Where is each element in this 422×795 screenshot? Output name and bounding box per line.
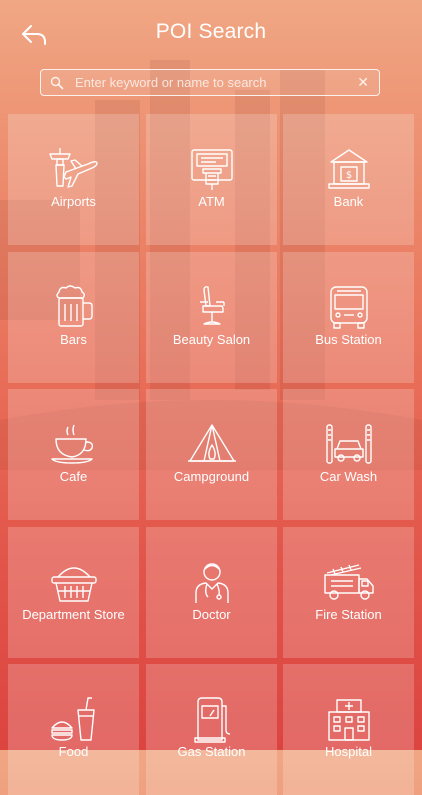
category-label: Cafe: [59, 469, 88, 484]
svg-text:$: $: [346, 170, 352, 181]
category-atm[interactable]: ATM: [146, 114, 277, 245]
category-label: Airports: [51, 194, 96, 209]
salon-chair-icon: [200, 286, 225, 325]
category-label: Gas Station: [177, 744, 246, 759]
category-campground[interactable]: Campground: [146, 389, 277, 520]
category-label: Beauty Salon: [172, 332, 251, 347]
search-icon: [50, 76, 64, 90]
category-label: Bus Station: [315, 332, 382, 347]
category-bank[interactable]: $ Bank: [283, 114, 414, 245]
category-label: Car Wash: [319, 469, 378, 484]
tent-icon: [188, 424, 236, 462]
beer-mug-icon: [56, 285, 93, 327]
category-label: Campground: [173, 469, 250, 484]
category-beauty-salon[interactable]: Beauty Salon: [146, 252, 277, 383]
category-food[interactable]: Food: [8, 664, 139, 795]
search-input[interactable]: [75, 70, 345, 95]
category-label: Doctor: [192, 607, 231, 622]
car-wash-icon: [326, 424, 372, 464]
page-title: POI Search: [155, 20, 267, 43]
airport-icon: [49, 148, 98, 188]
category-bus-station[interactable]: Bus Station: [283, 252, 414, 383]
bank-icon: $: [328, 149, 370, 189]
category-label: Bank: [333, 194, 364, 209]
category-label: Bars: [60, 332, 87, 347]
gas-pump-icon: [194, 697, 231, 743]
category-fire-station[interactable]: Fire Station: [283, 527, 414, 658]
hospital-icon: [328, 699, 370, 741]
doctor-icon: [195, 563, 229, 603]
shopping-basket-icon: [51, 567, 97, 602]
category-label: Food: [58, 744, 89, 759]
category-bars[interactable]: Bars: [8, 252, 139, 383]
category-label: Department Store: [22, 607, 125, 622]
bus-icon: [330, 286, 368, 329]
fire-truck-icon: [324, 564, 374, 600]
category-label: Hospital: [325, 744, 372, 759]
category-label: Fire Station: [315, 607, 382, 622]
atm-icon: [191, 149, 233, 190]
category-label: ATM: [198, 194, 225, 209]
category-hospital[interactable]: Hospital: [283, 664, 414, 795]
category-department-store[interactable]: Department Store: [8, 527, 139, 658]
category-car-wash[interactable]: Car Wash: [283, 389, 414, 520]
category-doctor[interactable]: Doctor: [146, 527, 277, 658]
category-gas-station[interactable]: Gas Station: [146, 664, 277, 795]
category-airports[interactable]: Airports: [8, 114, 139, 245]
fast-food-icon: [51, 697, 95, 741]
clear-icon[interactable]: ✕: [357, 74, 369, 91]
coffee-cup-icon: [51, 424, 94, 464]
category-cafe[interactable]: Cafe: [8, 389, 139, 520]
search-bar: ✕: [40, 69, 380, 96]
header: POI Search: [0, 0, 422, 68]
